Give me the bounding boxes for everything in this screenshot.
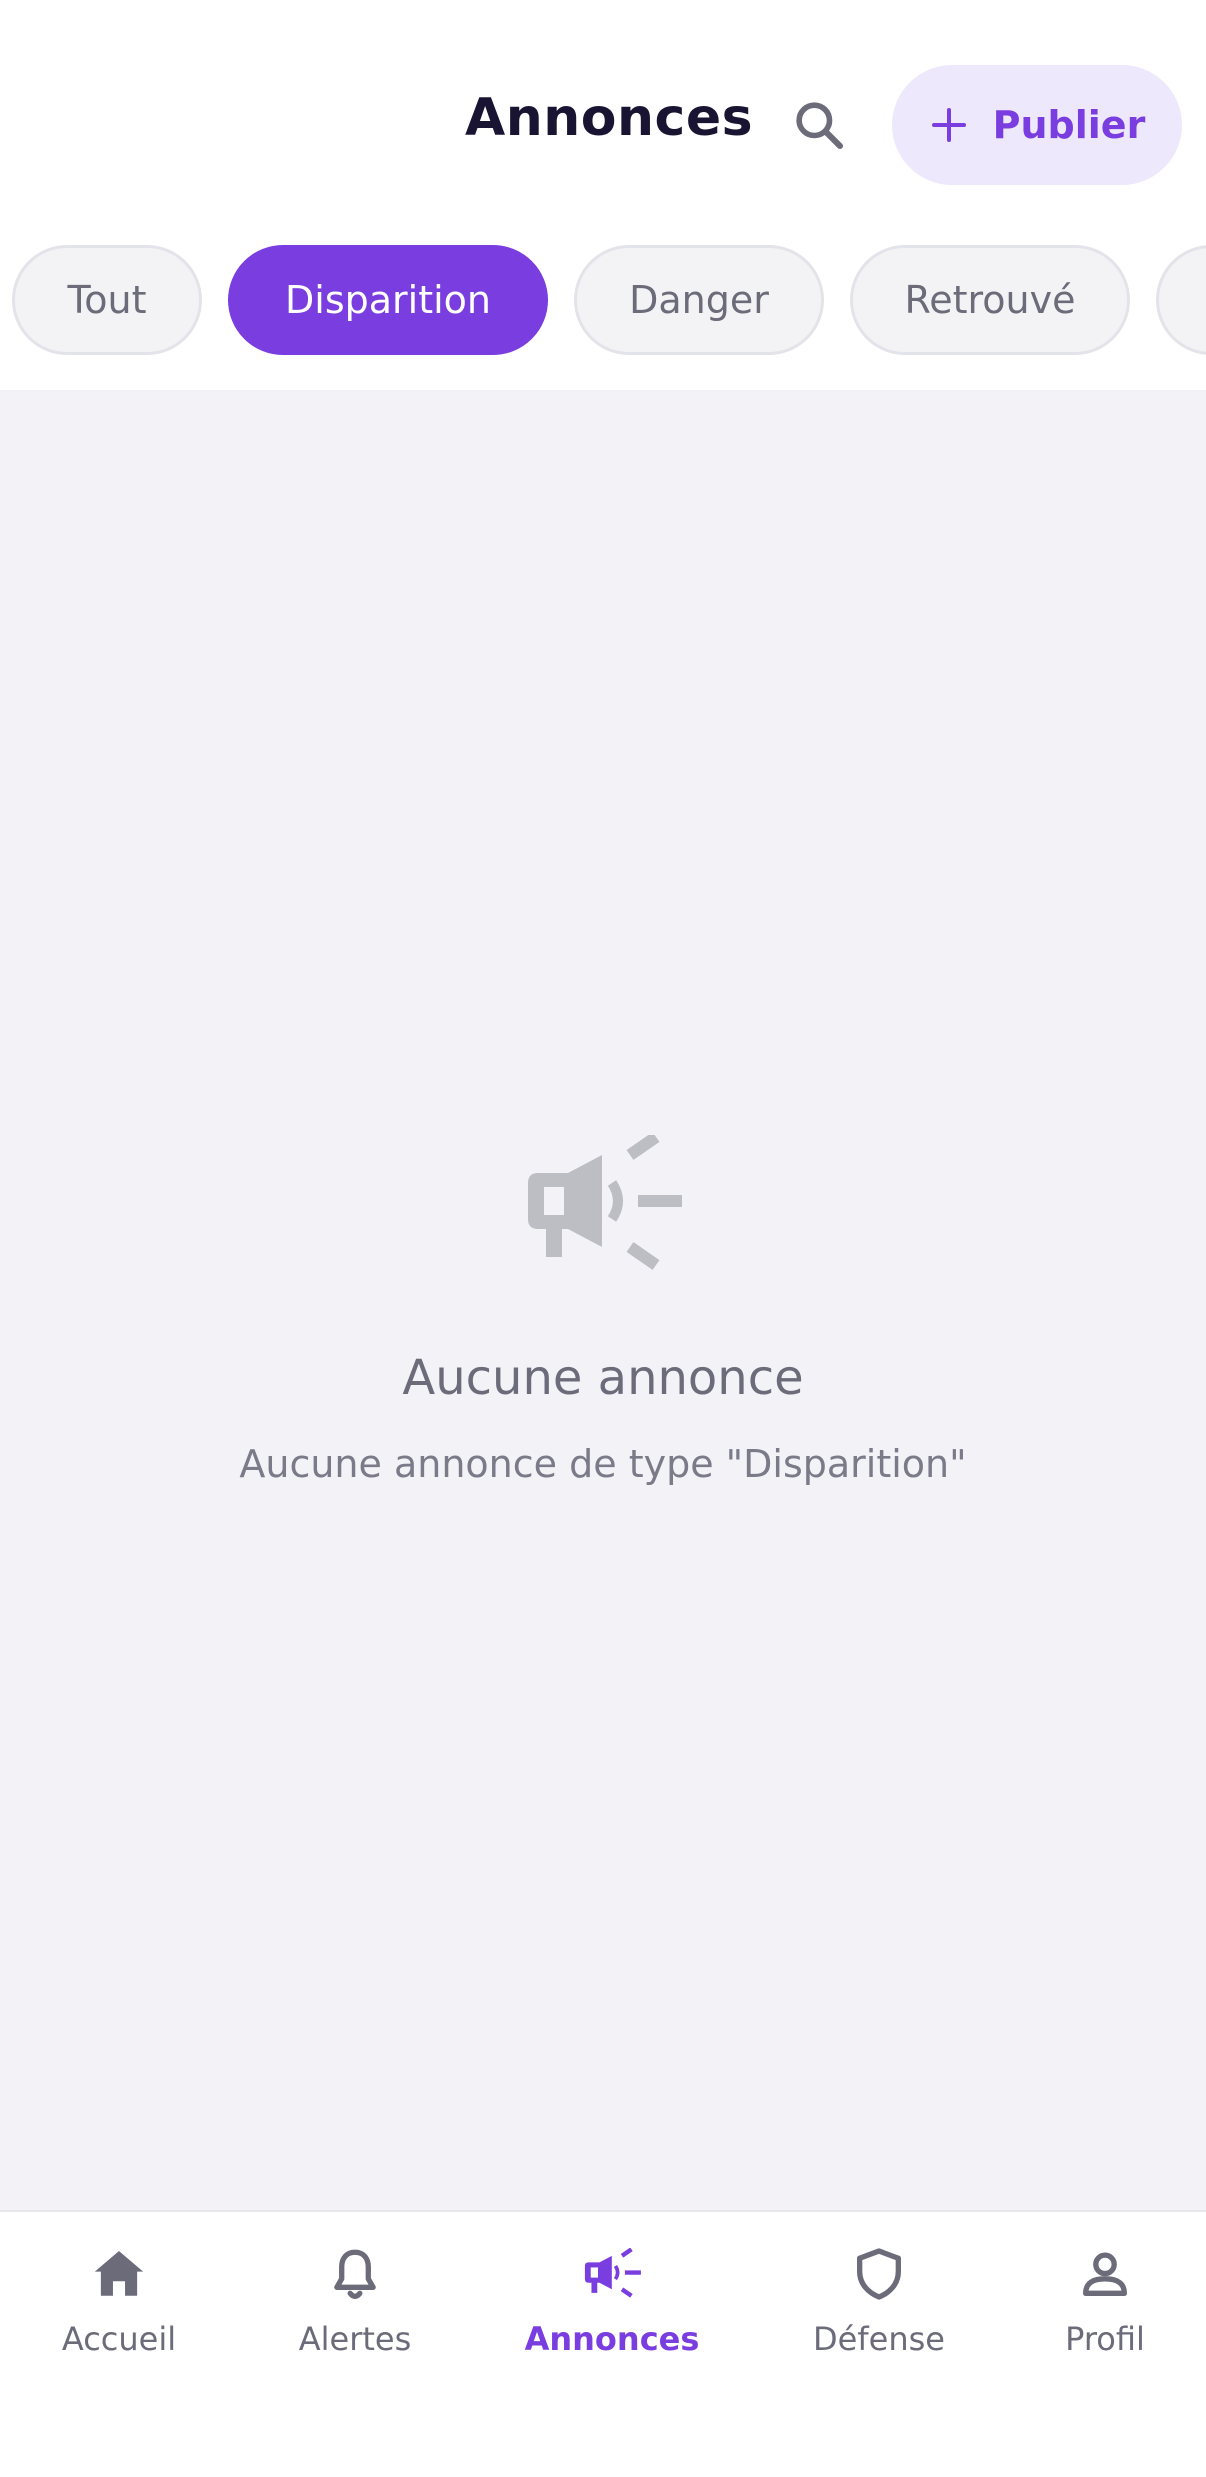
bell-icon <box>334 2249 376 2299</box>
filter-chip-tout[interactable]: Tout <box>12 245 202 355</box>
nav-label: Accueil <box>61 2320 177 2358</box>
filter-chip-label: Retrouvé <box>904 278 1076 322</box>
search-button[interactable] <box>784 90 854 160</box>
filter-chips: Tout Disparition Danger Retrouvé <box>0 245 1206 357</box>
megaphone-icon <box>584 2248 641 2298</box>
nav-label: Alertes <box>298 2320 412 2358</box>
top-bar: Annonces Publier <box>0 0 1206 250</box>
megaphone-icon <box>528 1135 682 1270</box>
filter-chip-danger[interactable]: Danger <box>574 245 824 355</box>
search-icon <box>796 102 844 150</box>
nav-label: Annonces <box>524 2320 700 2358</box>
nav-item-accueil[interactable]: Accueil <box>19 2242 219 2372</box>
nav-item-annonces[interactable]: Annonces <box>512 2242 712 2372</box>
home-icon <box>94 2251 144 2296</box>
nav-label: Défense <box>813 2320 945 2358</box>
announcements-list: Aucune annonce Aucune annonce de type "D… <box>0 390 1206 2210</box>
nav-item-defense[interactable]: Défense <box>779 2242 979 2372</box>
filter-chip-disparition[interactable]: Disparition <box>228 245 548 355</box>
shield-icon <box>857 2248 901 2300</box>
nav-item-profil[interactable]: Profil <box>1005 2242 1205 2372</box>
page-title: Annonces <box>465 88 754 148</box>
publish-button[interactable]: Publier <box>892 65 1182 185</box>
filter-chip-label: Tout <box>67 278 147 322</box>
filter-chip-label: Disparition <box>285 278 491 322</box>
publish-button-label: Publier <box>992 103 1146 147</box>
filter-chip-more[interactable] <box>1156 245 1206 355</box>
empty-state-title: Aucune annonce <box>402 1350 804 1406</box>
bottom-navigation: Accueil Alertes Annonces Défense Profil <box>0 2210 1206 2477</box>
nav-label: Profil <box>1065 2320 1145 2358</box>
empty-state-subtitle: Aucune annonce de type "Disparition" <box>239 1442 967 1486</box>
filter-chip-retrouve[interactable]: Retrouvé <box>850 245 1130 355</box>
nav-item-alertes[interactable]: Alertes <box>255 2242 455 2372</box>
plus-icon <box>931 108 966 142</box>
filter-chip-label: Danger <box>629 278 769 322</box>
user-icon <box>1083 2252 1127 2296</box>
